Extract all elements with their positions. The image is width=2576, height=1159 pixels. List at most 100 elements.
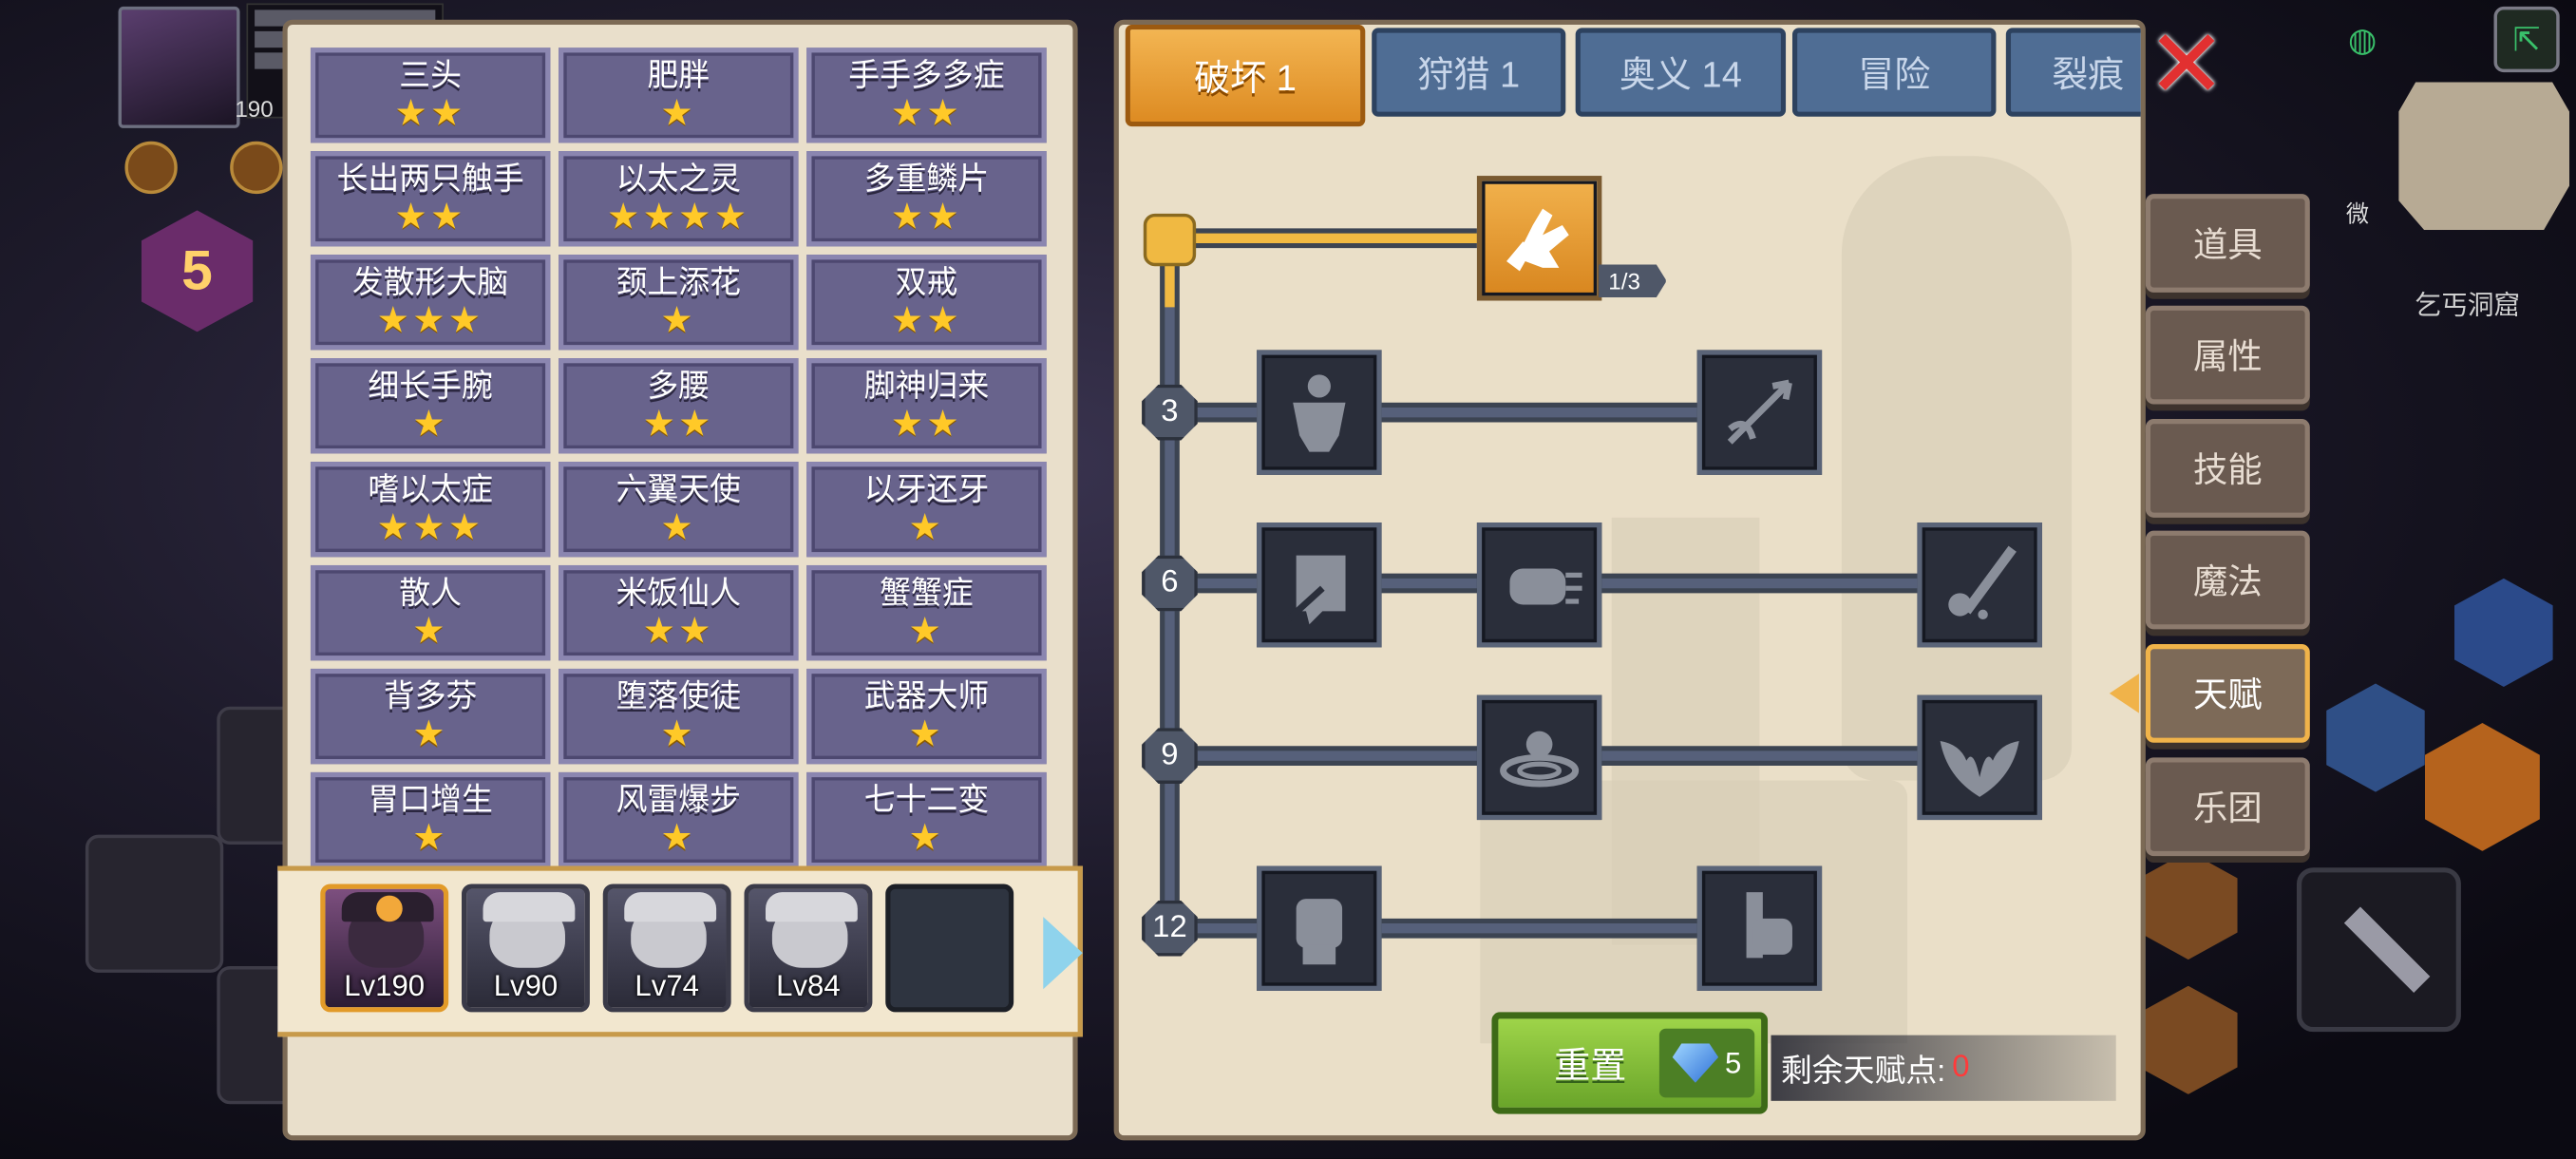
perk-tile[interactable]: 手手多多症 ★★ — [806, 48, 1047, 143]
talent-node-fist[interactable] — [1257, 865, 1382, 991]
perk-name: 背多芬 — [383, 680, 478, 715]
perk-tile[interactable]: 多腰 ★★ — [559, 358, 799, 454]
star-rating-icon: ★ — [412, 609, 448, 651]
perk-name: 武器大师 — [863, 680, 990, 715]
perk-tile[interactable]: 肥胖 ★ — [559, 48, 799, 143]
perk-name: 堕落使徒 — [616, 680, 742, 715]
player-level-text: 190 — [235, 95, 274, 122]
skill-slot-icon[interactable] — [2138, 985, 2238, 1094]
next-arrow-icon[interactable] — [1043, 917, 1083, 990]
perk-tile[interactable]: 多重鳞片 ★★ — [806, 151, 1047, 247]
talent-node-bat[interactable] — [1917, 694, 2042, 821]
perk-tile[interactable]: 三头 ★★ — [310, 48, 551, 143]
side-menu-item[interactable]: 乐团 — [2145, 757, 2310, 857]
star-rating-icon: ★ — [412, 402, 448, 444]
hero-portrait[interactable]: Lv90 — [462, 884, 590, 1013]
perk-tile[interactable]: 六翼天使 ★ — [559, 462, 799, 558]
perk-tile[interactable]: 米饭仙人 ★★ — [559, 564, 799, 661]
buff-icon — [124, 141, 178, 195]
perk-tile[interactable]: 脚神归来 ★★ — [806, 358, 1047, 454]
side-menu-item[interactable]: 技能 — [2145, 419, 2310, 518]
perk-tile[interactable]: 以牙还牙 ★ — [806, 462, 1047, 558]
star-rating-icon: ★ — [660, 505, 697, 547]
perk-name: 胃口增生 — [368, 784, 493, 819]
star-rating-icon: ★ — [908, 505, 945, 547]
side-menu-item[interactable]: 魔法 — [2145, 530, 2310, 630]
network-icon[interactable]: ◍ — [2330, 7, 2396, 72]
skill-orb-icon[interactable] — [2454, 578, 2553, 687]
hero-portrait[interactable]: Lv74 — [602, 884, 731, 1013]
side-menu-item[interactable]: 道具 — [2145, 194, 2310, 293]
perk-name: 以牙还牙 — [863, 473, 990, 508]
perk-name: 手手多多症 — [848, 59, 1005, 94]
star-rating-icon: ★★★ — [376, 298, 484, 341]
skill-slot-icon[interactable] — [2138, 850, 2238, 960]
hand-skill-icon[interactable] — [2326, 683, 2425, 792]
hero-selector: Lv190 Lv90 Lv74 Lv84 — [277, 865, 1083, 1037]
talent-node-shatter[interactable] — [1257, 522, 1382, 648]
perk-tile[interactable]: 武器大师 ★ — [806, 668, 1047, 765]
talent-node-splash[interactable] — [1917, 522, 2042, 648]
perk-tile[interactable]: 细长手腕 ★ — [310, 358, 551, 454]
hero-slot-empty[interactable] — [885, 884, 1014, 1013]
perk-name: 七十二变 — [863, 784, 990, 819]
side-menu-item[interactable]: 属性 — [2145, 305, 2310, 405]
shockwave-icon — [1500, 731, 1580, 788]
perk-name: 发散形大脑 — [351, 266, 509, 301]
level-hex-badge[interactable]: 5 — [141, 210, 254, 332]
chat-tab-label: 微 — [2345, 200, 2370, 227]
perk-tile[interactable]: 嗜以太症 ★★★ — [310, 462, 551, 558]
perk-name: 蟹蟹症 — [880, 577, 974, 612]
star-rating-icon: ★ — [412, 712, 448, 754]
hero-portrait[interactable]: Lv84 — [744, 884, 873, 1013]
star-rating-icon: ★ — [908, 609, 945, 651]
punch-icon — [1509, 568, 1582, 605]
talent-node-arrow[interactable] — [1696, 350, 1823, 475]
perk-name: 双戒 — [895, 266, 958, 301]
perk-tile[interactable]: 长出两只触手 ★★ — [310, 151, 551, 247]
minimap[interactable] — [2398, 82, 2570, 231]
reset-talents-button[interactable]: 重置 5 — [1491, 1012, 1769, 1114]
perk-tile[interactable]: 散人 ★ — [310, 564, 551, 661]
handshake-icon — [1506, 208, 1569, 272]
remaining-points-label: 剩余天赋点: — [1780, 1054, 1946, 1089]
perk-tile[interactable]: 胃口增生 ★ — [310, 771, 551, 866]
perk-tile[interactable]: 背多芬 ★ — [310, 668, 551, 765]
perk-name: 多重鳞片 — [863, 162, 990, 198]
talent-node-handshake[interactable] — [1476, 176, 1602, 301]
item-skill-icon[interactable] — [2424, 723, 2540, 851]
perk-name: 颈上添花 — [616, 266, 742, 301]
perk-tile[interactable]: 以太之灵 ★★★★ — [559, 151, 799, 247]
star-rating-icon: ★ — [660, 712, 697, 754]
perk-name: 多腰 — [647, 370, 710, 405]
side-menu-item[interactable]: 天赋 — [2145, 643, 2310, 743]
hero-portrait[interactable]: Lv190 — [320, 884, 449, 1013]
perk-tile[interactable]: 风雷爆步 ★ — [559, 771, 799, 866]
close-icon[interactable]: ✕ — [2146, 17, 2227, 112]
perk-tile[interactable]: 七十二变 ★ — [806, 771, 1047, 866]
talent-node-body[interactable] — [1257, 350, 1382, 475]
perk-tile[interactable]: 双戒 ★★ — [806, 255, 1047, 351]
talent-node-grip[interactable] — [1696, 865, 1823, 991]
player-avatar[interactable] — [118, 6, 240, 128]
perk-tile[interactable]: 堕落使徒 ★ — [559, 668, 799, 765]
dpad-left[interactable] — [85, 834, 224, 973]
star-rating-icon: ★ — [660, 91, 697, 134]
perk-name: 长出两只触手 — [336, 162, 524, 198]
hero-level: Lv90 — [493, 969, 559, 1003]
star-rating-icon: ★★ — [890, 91, 963, 134]
perk-tile[interactable]: 颈上添花 ★ — [559, 255, 799, 351]
star-rating-icon: ★ — [908, 816, 945, 858]
star-rating-icon: ★ — [412, 816, 448, 858]
star-rating-icon: ★★ — [394, 195, 466, 238]
attack-button[interactable] — [2296, 867, 2461, 1033]
perk-name: 肥胖 — [647, 59, 710, 94]
exit-button[interactable]: ⇱ — [2493, 6, 2560, 73]
talent-node-punch[interactable] — [1476, 522, 1602, 648]
star-rating-icon: ★★ — [890, 298, 963, 341]
perk-tile[interactable]: 发散形大脑 ★★★ — [310, 255, 551, 351]
talent-node-shockwave[interactable] — [1476, 694, 1602, 821]
perk-tile[interactable]: 蟹蟹症 ★ — [806, 564, 1047, 661]
rank-badge: 1/3 — [1598, 264, 1667, 298]
diamond-icon — [1672, 1043, 1719, 1083]
